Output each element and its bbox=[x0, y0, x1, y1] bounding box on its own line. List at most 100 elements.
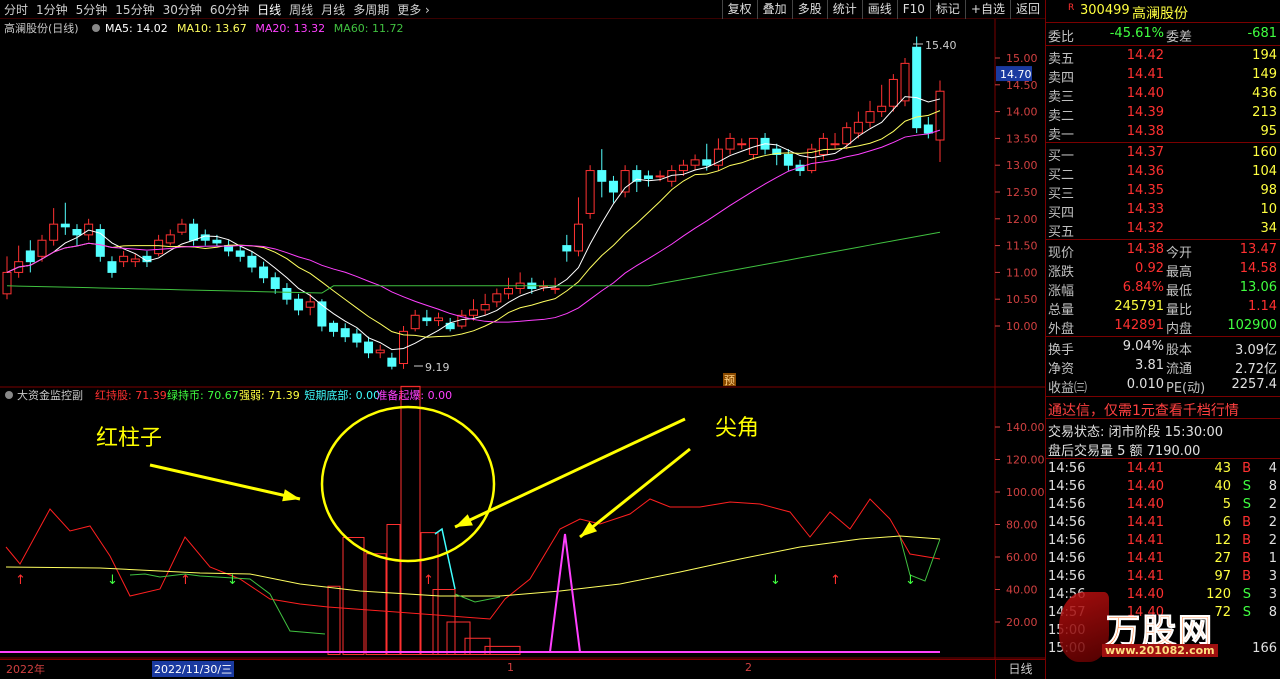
chart-canvas[interactable]: 高澜股份(日线) MA5: 14.02 MA10: 13.67 MA20: 13.32… bbox=[0, 19, 1045, 659]
ind-label-0: 140.00 bbox=[1006, 421, 1045, 434]
stat2-value-b-2: 2257.4 bbox=[1231, 377, 1278, 392]
trade-status: 交易状态: 闭市阶段 15:30:00 bbox=[1048, 425, 1224, 440]
ask-vol-4: 95 bbox=[1260, 124, 1277, 139]
toolbar-button-7[interactable]: +自选 bbox=[964, 0, 1010, 19]
period-indicator[interactable]: 日线 bbox=[995, 660, 1045, 679]
stat2-label-b-2: PE(动) bbox=[1166, 381, 1206, 396]
stat-value-b-0: 13.47 bbox=[1239, 242, 1277, 257]
stat2-value-a-0: 9.04% bbox=[1122, 339, 1164, 354]
indicator-label-4: 准备起爆: 0.00 bbox=[376, 388, 452, 402]
down-arrow-icon-1: ↓ bbox=[227, 573, 238, 588]
timeframe-7[interactable]: 周线 bbox=[285, 1, 317, 18]
candle-26 bbox=[305, 301, 315, 308]
toolbar-button-6[interactable]: 标记 bbox=[929, 0, 965, 19]
candle-33 bbox=[387, 357, 397, 367]
ma20-line bbox=[6, 129, 941, 323]
toolbar-button-1[interactable]: 叠加 bbox=[756, 0, 792, 19]
candle-77 bbox=[900, 62, 910, 102]
after-hours: 盘后交易量 5 额 7190.00 bbox=[1048, 444, 1201, 459]
stock-header: R 300499 高澜股份 bbox=[1046, 2, 1280, 22]
tick-price-5: 14.41 bbox=[1126, 551, 1164, 566]
candle-0 bbox=[2, 271, 12, 295]
red-bar-5 bbox=[420, 532, 439, 655]
tick-price-6: 14.41 bbox=[1126, 569, 1164, 584]
tick-vol-7: 120 bbox=[1206, 587, 1231, 602]
ask-label-0: 卖五 bbox=[1048, 52, 1075, 67]
candle-11 bbox=[130, 258, 140, 263]
stat2-label-a-1: 净资 bbox=[1048, 362, 1075, 377]
tick-price-1: 14.40 bbox=[1126, 479, 1164, 494]
tick-row-5: 14:56 14.41 27 B 1 bbox=[1046, 550, 1280, 569]
indicator-title: 大资金监控副 bbox=[17, 388, 83, 402]
candle-32 bbox=[375, 349, 385, 354]
tick-vol-3: 6 bbox=[1222, 515, 1231, 530]
tick-side-3: B bbox=[1242, 515, 1251, 530]
candle-29 bbox=[340, 328, 350, 338]
tick-price-3: 14.41 bbox=[1126, 515, 1164, 530]
toolbar-button-5[interactable]: F10 bbox=[896, 0, 930, 19]
candle-40 bbox=[469, 309, 478, 316]
stat-label-b-1: 最高 bbox=[1166, 265, 1193, 280]
candle-48 bbox=[562, 245, 572, 252]
stat-value-a-0: 14.38 bbox=[1126, 242, 1164, 257]
timeframe-1[interactable]: 1分钟 bbox=[32, 1, 72, 18]
divider bbox=[1046, 396, 1280, 397]
red-bar-3 bbox=[386, 524, 401, 655]
candle-75 bbox=[877, 105, 887, 113]
tick-row-2: 14:56 14.40 5 S 2 bbox=[1046, 496, 1280, 515]
ask-row-3: 卖二 14.39 213 bbox=[1046, 104, 1280, 124]
tick-vol-6: 97 bbox=[1214, 569, 1231, 584]
low-marker: 9.19 bbox=[425, 361, 450, 374]
candle-56 bbox=[655, 175, 665, 178]
promo-row[interactable]: 通达信，仅需1元查看千档行情 bbox=[1046, 399, 1280, 419]
candle-72 bbox=[842, 127, 852, 145]
red-bar-2 bbox=[365, 553, 387, 655]
candle-13 bbox=[154, 239, 164, 255]
candle-2 bbox=[25, 250, 35, 263]
current-price-label: 14.70 bbox=[1000, 68, 1032, 81]
timeframe-3[interactable]: 15分钟 bbox=[111, 1, 158, 18]
candle-25 bbox=[294, 298, 304, 311]
watermark-url: www.201082.com bbox=[1102, 644, 1218, 657]
candle-22 bbox=[259, 266, 269, 279]
candle-14 bbox=[165, 234, 175, 244]
timeframe-10[interactable]: 更多 › bbox=[393, 1, 434, 18]
timeframe-0[interactable]: 分时 bbox=[0, 1, 32, 18]
toolbar-button-3[interactable]: 统计 bbox=[826, 0, 862, 19]
candle-10 bbox=[119, 255, 129, 263]
stat-row-2: 涨幅 6.84% 最低 13.06 bbox=[1046, 279, 1280, 299]
stat-label-b-4: 内盘 bbox=[1166, 322, 1193, 337]
stat2-row-1: 净资 3.81 流通 2.72亿 bbox=[1046, 357, 1280, 377]
candle-41 bbox=[480, 304, 490, 311]
tick-price-2: 14.40 bbox=[1126, 497, 1164, 512]
candle-50 bbox=[585, 170, 595, 214]
timeframe-5[interactable]: 60分钟 bbox=[206, 1, 253, 18]
toolbar-button-8[interactable]: 返回 bbox=[1009, 0, 1045, 19]
candle-52 bbox=[608, 180, 618, 193]
candle-42 bbox=[492, 293, 502, 303]
ask-row-4: 卖一 14.38 95 bbox=[1046, 123, 1280, 143]
toolbar-button-0[interactable]: 复权 bbox=[721, 0, 757, 19]
stat-row-3: 总量 245791 量比 1.14 bbox=[1046, 298, 1280, 318]
timeframe-6[interactable]: 日线 bbox=[253, 1, 285, 18]
candle-4 bbox=[49, 223, 59, 241]
tick-vol-4: 12 bbox=[1214, 533, 1231, 548]
timeframe-9[interactable]: 多周期 bbox=[349, 1, 393, 18]
timeframe-4[interactable]: 30分钟 bbox=[159, 1, 206, 18]
ask-price-0: 14.42 bbox=[1126, 48, 1164, 63]
ind-label-2: 100.00 bbox=[1006, 486, 1045, 499]
timeframe-2[interactable]: 5分钟 bbox=[72, 1, 112, 18]
timeframe-8[interactable]: 月线 bbox=[317, 1, 349, 18]
stat2-value-a-2: 0.010 bbox=[1126, 377, 1164, 392]
candle-74 bbox=[865, 111, 875, 123]
toolbar-button-2[interactable]: 多股 bbox=[791, 0, 827, 19]
chart-area[interactable]: 高澜股份(日线) MA5: 14.02 MA10: 13.67 MA20: 13.32… bbox=[0, 19, 1045, 659]
down-arrow-icon-0: ↓ bbox=[107, 573, 118, 588]
tick-count-5: 1 bbox=[1268, 551, 1277, 566]
stat-label-a-4: 外盘 bbox=[1048, 322, 1075, 337]
bid-price-3: 14.33 bbox=[1126, 202, 1164, 217]
indicator-label-0: 红持股: 71.39 bbox=[95, 388, 167, 402]
ind-label-1: 120.00 bbox=[1006, 454, 1045, 467]
stat2-label-b-0: 股本 bbox=[1166, 343, 1193, 358]
toolbar-button-4[interactable]: 画线 bbox=[861, 0, 897, 19]
